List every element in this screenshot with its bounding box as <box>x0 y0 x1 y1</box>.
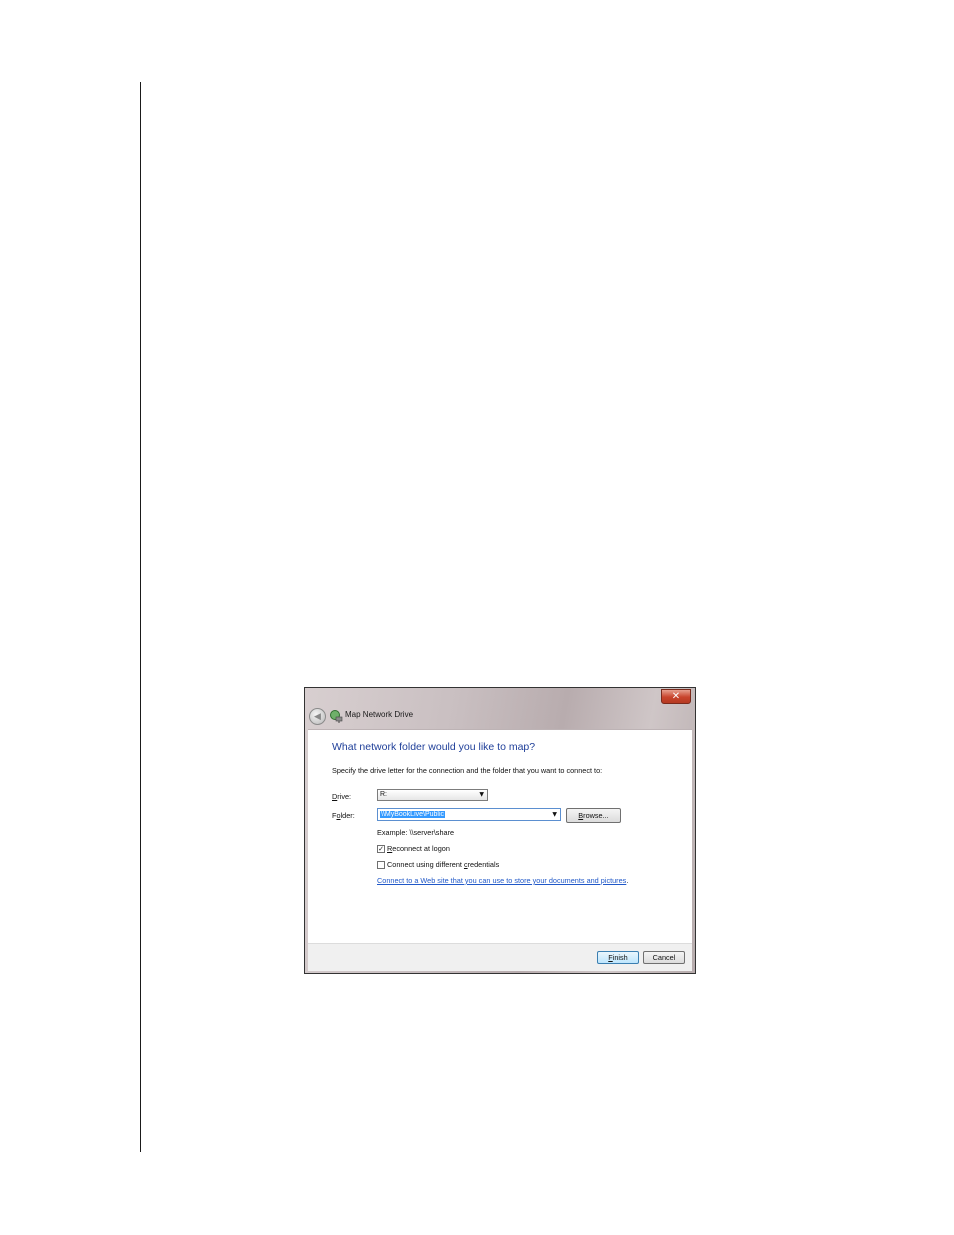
web-site-link-period: . <box>626 876 629 885</box>
reconnect-label[interactable]: Reconnect at logon <box>387 844 450 853</box>
close-button[interactable]: ✕ <box>661 689 691 704</box>
dialog-heading: What network folder would you like to ma… <box>332 741 536 753</box>
title-bar: ✕ ◀ Map Network Drive <box>305 688 695 728</box>
drive-label-text: rive: <box>337 792 352 801</box>
folder-value[interactable]: \\MyBookLive\Public <box>380 811 446 818</box>
reconnect-checkbox[interactable]: ✓ <box>377 845 385 853</box>
cancel-button[interactable]: Cancel <box>643 951 685 964</box>
network-drive-icon <box>330 710 343 723</box>
credentials-label[interactable]: Connect using different credentials <box>387 860 499 869</box>
reconnect-label-text: econnect at logon <box>392 844 450 853</box>
map-network-drive-dialog: ✕ ◀ Map Network Drive What network folde… <box>304 687 696 974</box>
credentials-label-prefix: Connect using different <box>387 860 464 869</box>
close-icon: ✕ <box>671 691 681 702</box>
folder-example: Example: \\server\share <box>377 828 455 837</box>
folder-label: Folder: <box>332 811 355 820</box>
dialog-footer: Finish Cancel <box>308 943 692 971</box>
web-site-link[interactable]: Connect to a Web site that you can use t… <box>377 876 626 885</box>
dialog-content: What network folder would you like to ma… <box>308 729 692 944</box>
chevron-down-icon[interactable]: ▼ <box>479 790 484 800</box>
drive-label: Drive: <box>332 792 351 801</box>
finish-button[interactable]: Finish <box>597 951 639 964</box>
dialog-description: Specify the drive letter for the connect… <box>332 766 603 775</box>
credentials-label-text: redentials <box>467 860 500 869</box>
finish-label: inish <box>612 953 628 962</box>
drive-value: R: <box>380 791 387 798</box>
back-arrow-icon: ◀ <box>314 711 321 722</box>
folder-label-text: lder: <box>340 811 355 820</box>
web-site-link-line: Connect to a Web site that you can use t… <box>377 876 628 885</box>
drive-select[interactable]: R: ▼ <box>377 789 488 801</box>
back-button[interactable]: ◀ <box>309 708 326 725</box>
browse-button[interactable]: Browse... <box>566 808 621 823</box>
page-margin-rule <box>140 82 141 1152</box>
chevron-down-icon[interactable]: ▼ <box>552 809 557 820</box>
dialog-title: Map Network Drive <box>345 710 414 719</box>
credentials-checkbox[interactable] <box>377 861 385 869</box>
folder-input[interactable]: \\MyBookLive\Public ▼ <box>377 808 561 821</box>
browse-label: rowse... <box>583 811 609 820</box>
